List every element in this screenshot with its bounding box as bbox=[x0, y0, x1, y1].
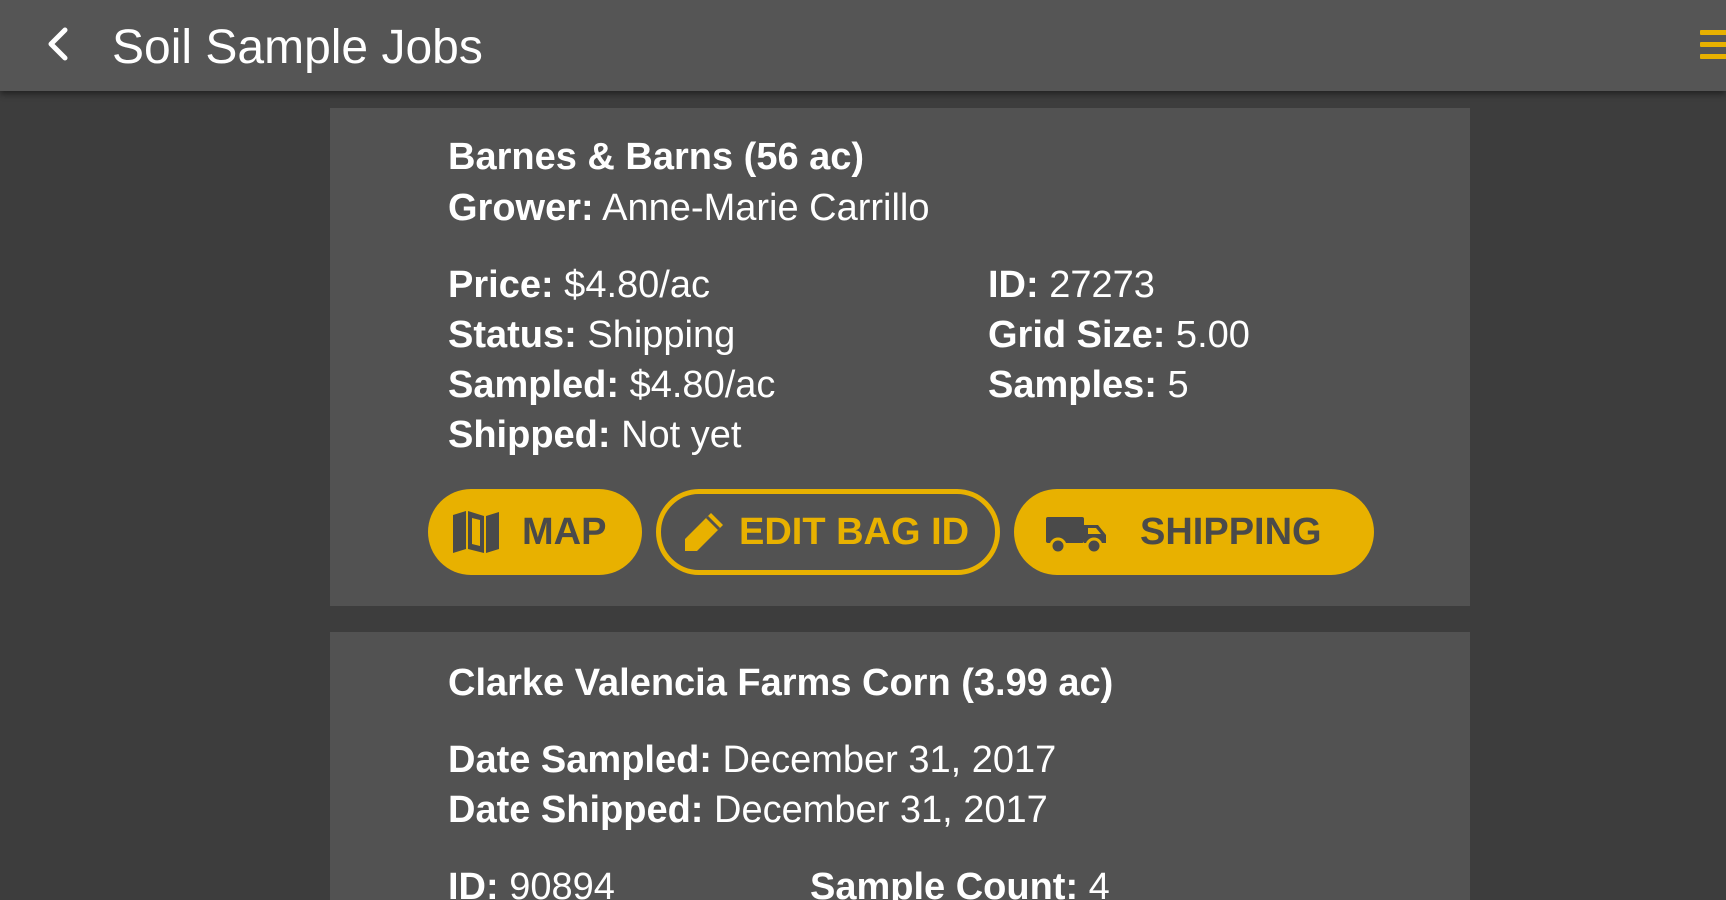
sampled-row: Sampled: $4.80/ac bbox=[448, 362, 775, 408]
job-card[interactable]: Clarke Valencia Farms Corn (3.99 ac) Dat… bbox=[330, 632, 1470, 900]
job-heading: Clarke Valencia Farms Corn (3.99 ac) bbox=[448, 662, 1114, 704]
status-row: Status: Shipping bbox=[448, 312, 735, 358]
status-label: Status: bbox=[448, 314, 577, 356]
id-row: ID: 27273 bbox=[988, 262, 1155, 308]
chevron-left-icon bbox=[48, 27, 68, 61]
date-sampled-value: December 31, 2017 bbox=[711, 739, 1057, 781]
id-row: ID: 90894 bbox=[448, 864, 615, 900]
date-shipped-value: December 31, 2017 bbox=[703, 789, 1048, 831]
map-icon bbox=[450, 509, 502, 555]
grid-size-value: 5.00 bbox=[1165, 314, 1250, 356]
truck-icon bbox=[1044, 509, 1110, 555]
shipping-button[interactable]: SHIPPING bbox=[1014, 489, 1374, 575]
grower-value: Anne-Marie Carrillo bbox=[593, 187, 930, 229]
app-bar: Soil Sample Jobs bbox=[0, 0, 1726, 91]
id-label: ID: bbox=[988, 264, 1039, 306]
id-value: 27273 bbox=[1038, 264, 1155, 306]
map-button-label: MAP bbox=[522, 510, 607, 553]
date-shipped-label: Date Shipped: bbox=[448, 789, 704, 831]
job-heading: Barnes & Barns (56 ac) bbox=[448, 136, 865, 178]
back-button[interactable] bbox=[36, 22, 80, 66]
date-sampled-label: Date Sampled: bbox=[448, 739, 712, 781]
price-row: Price: $4.80/ac bbox=[448, 262, 710, 308]
shipped-label: Shipped: bbox=[448, 414, 611, 456]
grower-label: Grower: bbox=[448, 187, 594, 229]
shipped-row: Shipped: Not yet bbox=[448, 412, 742, 458]
sample-count-value: 4 bbox=[1078, 866, 1110, 900]
price-value: $4.80/ac bbox=[553, 264, 710, 306]
sampled-label: Sampled: bbox=[448, 364, 620, 406]
samples-value: 5 bbox=[1156, 364, 1189, 406]
map-button[interactable]: MAP bbox=[428, 489, 642, 575]
grid-size-label: Grid Size: bbox=[988, 314, 1166, 356]
sampled-value: $4.80/ac bbox=[619, 364, 776, 406]
edit-bag-id-button[interactable]: EDIT BAG ID bbox=[656, 489, 1000, 575]
pencil-icon bbox=[681, 509, 727, 555]
price-label: Price: bbox=[448, 264, 554, 306]
jobs-list[interactable]: Barnes & Barns (56 ac) Grower: Anne-Mari… bbox=[0, 91, 1726, 900]
job-card[interactable]: Barnes & Barns (56 ac) Grower: Anne-Mari… bbox=[330, 108, 1470, 606]
samples-row: Samples: 5 bbox=[988, 362, 1189, 408]
sample-count-label: Sample Count: bbox=[810, 866, 1079, 900]
id-value: 90894 bbox=[498, 866, 615, 900]
shipping-button-label: SHIPPING bbox=[1140, 510, 1322, 553]
grower-row: Grower: Anne-Marie Carrillo bbox=[448, 185, 930, 231]
sample-count-row: Sample Count: 4 bbox=[810, 864, 1110, 900]
samples-label: Samples: bbox=[988, 364, 1157, 406]
edit-bag-id-label: EDIT BAG ID bbox=[739, 510, 970, 553]
date-sampled-row: Date Sampled: December 31, 2017 bbox=[448, 737, 1056, 783]
grid-size-row: Grid Size: 5.00 bbox=[988, 312, 1250, 358]
shipped-value: Not yet bbox=[610, 414, 742, 456]
menu-icon bbox=[1700, 30, 1726, 35]
page-title: Soil Sample Jobs bbox=[112, 21, 483, 74]
menu-button[interactable] bbox=[1696, 28, 1726, 64]
date-shipped-row: Date Shipped: December 31, 2017 bbox=[448, 787, 1048, 833]
status-value: Shipping bbox=[576, 314, 736, 356]
id-label: ID: bbox=[448, 866, 499, 900]
